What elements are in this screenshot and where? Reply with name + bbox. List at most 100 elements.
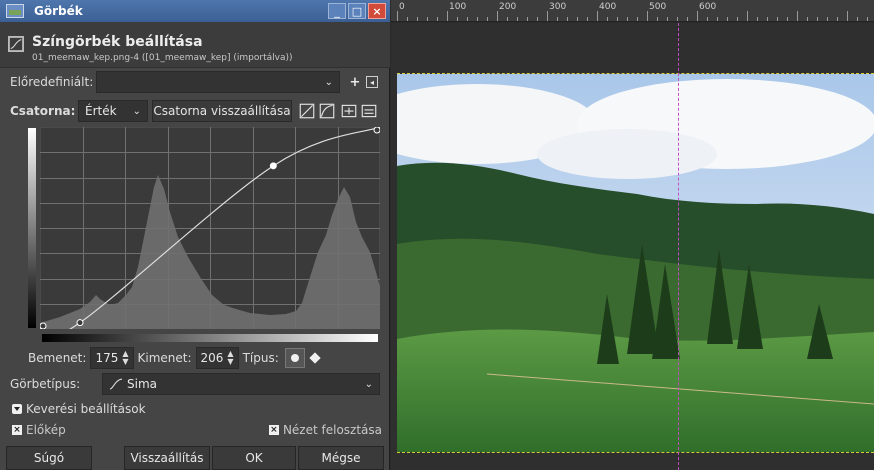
ruler-tick	[477, 17, 478, 21]
ruler-tick	[717, 17, 718, 21]
output-value: 206	[200, 351, 224, 365]
chevron-down-icon: ⌄	[324, 76, 333, 88]
preset-menu-icon[interactable]: ◂	[366, 76, 378, 88]
chevron-down-icon: ⌄	[364, 378, 373, 390]
ruler-tick	[767, 17, 768, 21]
ruler-tick	[597, 11, 598, 21]
ruler-tick	[787, 17, 788, 21]
ruler-tick	[847, 11, 848, 21]
linear-histogram-icon[interactable]	[298, 102, 316, 120]
dialog-title: Színgörbék beállítása	[32, 34, 203, 50]
split-view-guide	[678, 23, 679, 470]
type-label: Típus:	[242, 351, 279, 365]
ruler-label: 300	[549, 2, 567, 12]
ruler-tick	[457, 17, 458, 21]
ruler-tick	[737, 17, 738, 21]
input-value: 175	[95, 351, 119, 365]
ruler-tick	[827, 17, 828, 21]
landscape-photo	[397, 73, 874, 453]
app-root: Görbék _ □ × Színgörbék beállítása 01_me…	[0, 0, 874, 470]
curves-graph[interactable]	[40, 127, 380, 329]
spinner-arrows-icon[interactable]: ▲ ▼	[227, 350, 233, 366]
channel-reset-button[interactable]: Csatorna visszaállítása	[152, 100, 292, 122]
reset-button[interactable]: Visszaállítás	[124, 446, 210, 470]
curve-control-point[interactable]	[76, 319, 84, 327]
ruler-tick	[607, 17, 608, 21]
output-spinner[interactable]: 206 ▲ ▼	[195, 347, 239, 369]
cancel-button[interactable]: Mégse	[298, 446, 384, 470]
ruler-tick	[497, 11, 498, 21]
gimp-window-icon	[6, 4, 24, 18]
dialog-subtitle: 01_meemaw_kep.png-4 ([01_meemaw_kep] (im…	[32, 53, 293, 63]
ruler-label: 200	[499, 2, 517, 12]
preview-label: Előkép	[26, 423, 66, 437]
window-title: Görbék	[34, 4, 83, 18]
smooth-point-icon[interactable]	[284, 348, 305, 368]
input-label: Bemenet:	[28, 351, 87, 365]
ruler-tick	[817, 17, 818, 21]
ruler-tick	[707, 17, 708, 21]
ruler-tick	[577, 17, 578, 21]
ruler-tick	[697, 11, 698, 21]
ruler-label: 400	[599, 2, 617, 12]
ruler-tick	[537, 17, 538, 21]
ruler-tick	[527, 17, 528, 21]
export-settings-icon[interactable]	[360, 102, 378, 120]
add-preset-icon[interactable]: +	[346, 73, 364, 91]
ruler-tick	[627, 17, 628, 21]
ruler-label: 600	[699, 2, 717, 12]
ruler-tick	[547, 11, 548, 21]
chevron-down-icon: ⌄	[132, 105, 141, 117]
ruler-label: 500	[649, 2, 667, 12]
close-button[interactable]: ×	[368, 3, 386, 19]
ruler-tick	[417, 17, 418, 21]
presets-combo[interactable]: ⌄	[96, 71, 340, 93]
ruler-tick	[467, 17, 468, 21]
minimize-button[interactable]: _	[328, 3, 346, 19]
dialog-header: Színgörbék beállítása 01_meemaw_kep.png-…	[0, 22, 390, 68]
curve-control-point[interactable]	[269, 162, 277, 170]
curve-control-point[interactable]	[373, 127, 380, 134]
ruler-tick	[657, 17, 658, 21]
spinner-arrows-icon[interactable]: ▲ ▼	[122, 350, 128, 366]
curve-type-combo[interactable]: Sima ⌄	[102, 373, 380, 395]
ruler-tick	[687, 17, 688, 21]
input-spinner[interactable]: 175 ▲ ▼	[90, 347, 134, 369]
curve-type-label: Görbetípus:	[10, 377, 81, 391]
channel-combo[interactable]: Érték ⌄	[78, 100, 148, 122]
maximize-button[interactable]: □	[348, 3, 366, 19]
preview-checkbox[interactable]: × Előkép	[12, 423, 66, 437]
log-histogram-icon[interactable]	[318, 102, 336, 120]
corner-point-icon[interactable]	[309, 352, 321, 364]
blending-label: Keverési beállítások	[26, 402, 146, 416]
ruler-tick	[757, 17, 758, 21]
blending-row[interactable]: Keverési beállítások	[0, 400, 390, 418]
ruler-tick	[507, 17, 508, 21]
ruler-label: 100	[449, 2, 467, 12]
ruler-tick	[667, 17, 668, 21]
ok-button[interactable]: OK	[212, 446, 296, 470]
help-button[interactable]: Súgó	[6, 446, 92, 470]
curve-control-point[interactable]	[40, 322, 47, 329]
ruler-tick	[727, 17, 728, 21]
presets-row: Előredefiniált: ⌄ + ◂	[0, 70, 390, 94]
ruler-tick	[747, 11, 748, 21]
checkbox-checked-icon: ×	[268, 425, 279, 435]
expander-icon[interactable]	[12, 404, 22, 414]
checkbox-checked-icon: ×	[12, 425, 22, 435]
channel-label: Csatorna:	[10, 104, 76, 118]
import-settings-icon[interactable]	[340, 102, 358, 120]
curves-dialog: Görbék _ □ × Színgörbék beállítása 01_me…	[0, 0, 390, 470]
title-bar[interactable]: Görbék _ □ ×	[0, 0, 390, 22]
image-canvas[interactable]	[391, 23, 874, 470]
ruler-tick	[807, 17, 808, 21]
ruler-tick	[777, 17, 778, 21]
horizontal-ruler[interactable]: 0 100 200 300 400 500 600	[391, 0, 874, 22]
landscape-image	[397, 74, 874, 452]
split-view-checkbox[interactable]: × Nézet felosztása	[268, 423, 382, 437]
ruler-tick	[427, 17, 428, 21]
presets-label: Előredefiniált:	[10, 75, 94, 89]
channel-row: Csatorna: Érték ⌄ Csatorna visszaállítás…	[0, 99, 390, 123]
ruler-tick	[487, 17, 488, 21]
ruler-tick	[637, 17, 638, 21]
